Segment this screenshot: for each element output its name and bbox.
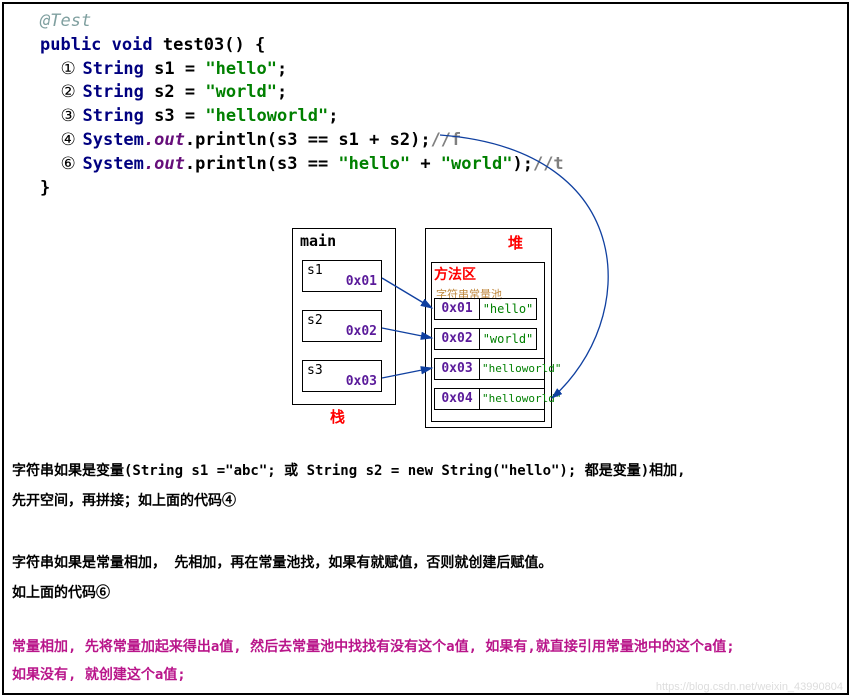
explain-5: 常量相加, 先将常量加起来得出a值, 然后去常量池中找找有没有这个a值, 如果有… [12, 636, 842, 660]
pool-row-2: 0x02"world" [434, 328, 537, 350]
pool-row-3: 0x03"helloworld" [434, 358, 545, 380]
watermark: https://blog.csdn.net/weixin_43990804 [656, 681, 843, 693]
stack-var-s2: s2 0x02 [302, 310, 382, 342]
explain-3: 字符串如果是常量相加， 先相加，再在常量池找，如果有就赋值，否则就创建后赋值。 [12, 552, 832, 576]
stack-title: main [300, 232, 336, 250]
heap-title: 堆 [508, 232, 523, 253]
pool-row-1: 0x01"hello" [434, 298, 537, 320]
stack-label: 栈 [330, 406, 345, 427]
pool-row-4: 0x04"helloworld" [434, 388, 545, 410]
stack-var-s3: s3 0x03 [302, 360, 382, 392]
memory-diagram: main 栈 s1 0x01 s2 0x02 s3 0x03 堆 方法区 字符串… [260, 210, 580, 440]
stack-var-s1: s1 0x01 [302, 260, 382, 292]
explain-1: 字符串如果是变量(String s1 ="abc"; 或 String s2 =… [12, 460, 832, 484]
method-area-title: 方法区 [434, 264, 476, 284]
explain-4: 如上面的代码⑥ [12, 582, 832, 606]
explain-2: 先开空间，再拼接；如上面的代码④ [12, 490, 832, 514]
